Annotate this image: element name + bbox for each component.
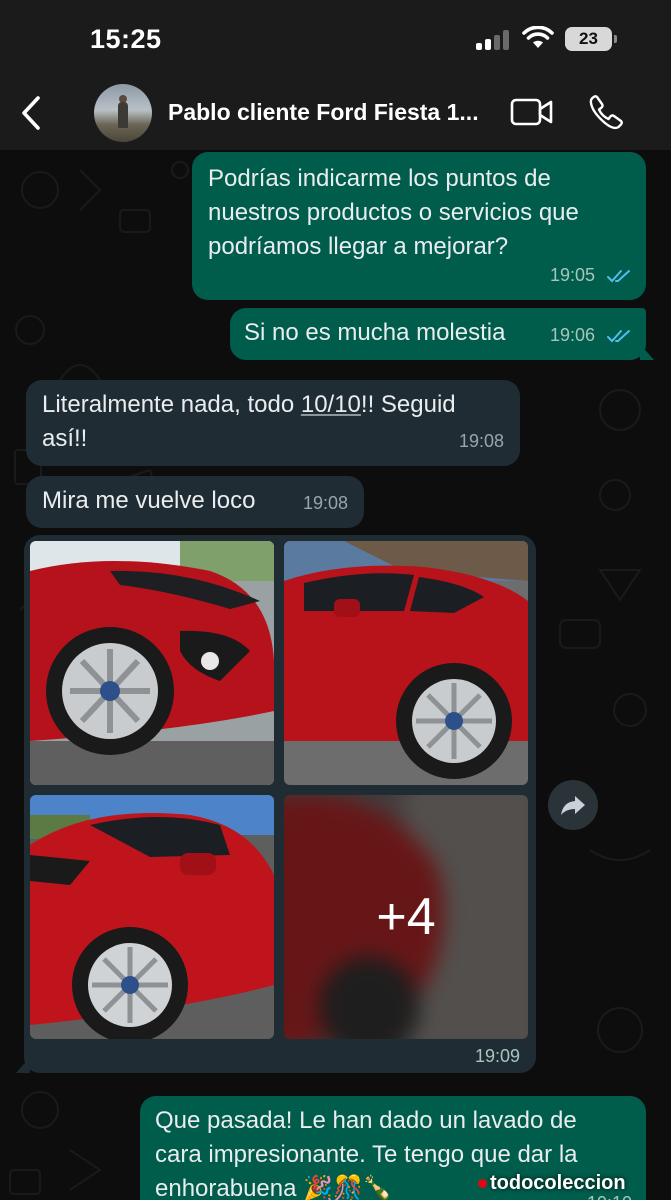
message-text: Podrías indicarme los puntos de nuestros…: [208, 165, 579, 260]
album-photo-2[interactable]: [284, 541, 528, 785]
bubble-tail: [16, 1057, 30, 1073]
wifi-icon: [522, 26, 554, 48]
read-receipt-icon: [607, 270, 630, 283]
status-bar: 15:25 23: [0, 0, 671, 80]
message-meta: 19:06: [550, 318, 632, 352]
video-call-icon[interactable]: [510, 96, 554, 128]
car-three-quarter-photo: [30, 795, 274, 1039]
album-photo-3[interactable]: [30, 795, 274, 1039]
message-time: 19:08: [302, 493, 348, 513]
car-side-photo: [284, 541, 528, 785]
message-text-part: Literalmente nada, todo: [42, 391, 301, 418]
message-time: 19:08: [458, 431, 504, 451]
back-icon[interactable]: [18, 94, 44, 132]
car-front-photo: [30, 541, 274, 785]
album-photo-4[interactable]: +4: [284, 795, 528, 1039]
incoming-message[interactable]: Literalmente nada, todo 10/10!! Seguid a…: [26, 380, 520, 466]
more-photos-count: +4: [284, 795, 528, 1039]
message-text: Si no es mucha molestia: [244, 319, 506, 346]
contact-avatar[interactable]: [94, 84, 152, 142]
score-link[interactable]: 10/10: [301, 391, 361, 418]
message-text: Literalmente nada, todo 10/10!! Seguid a…: [42, 388, 456, 456]
phone-call-icon[interactable]: [588, 94, 624, 130]
forward-button[interactable]: [548, 780, 598, 830]
photo-album-message[interactable]: +4 19:09: [24, 535, 536, 1073]
incoming-message[interactable]: Mira me vuelve loco 19:08: [26, 476, 364, 528]
cellular-signal-icon: [476, 30, 512, 50]
watermark-text: todocoleccion: [490, 1172, 626, 1194]
message-time: 19:05: [549, 265, 595, 285]
outgoing-message[interactable]: Podrías indicarme los puntos de nuestros…: [192, 152, 646, 300]
read-receipt-icon: [607, 330, 630, 343]
message-text: Mira me vuelve loco: [42, 487, 256, 514]
message-meta: 19:05: [550, 258, 632, 292]
chat-header: Pablo cliente Ford Fiesta 1...: [0, 80, 671, 150]
message-time: 19:09: [474, 1046, 520, 1066]
battery-indicator: 23: [565, 27, 617, 51]
chat-area[interactable]: Podrías indicarme los puntos de nuestros…: [0, 150, 671, 1200]
album-photo-1[interactable]: [30, 541, 274, 785]
outgoing-message[interactable]: Si no es mucha molestia 19:06: [230, 308, 646, 360]
forward-icon: [561, 796, 585, 815]
message-time: 19:06: [549, 325, 595, 345]
bubble-tail: [640, 344, 654, 360]
contact-name[interactable]: Pablo cliente Ford Fiesta 1...: [168, 99, 498, 126]
watermark: todocoleccion: [478, 1172, 626, 1195]
status-time: 15:25: [90, 24, 162, 54]
